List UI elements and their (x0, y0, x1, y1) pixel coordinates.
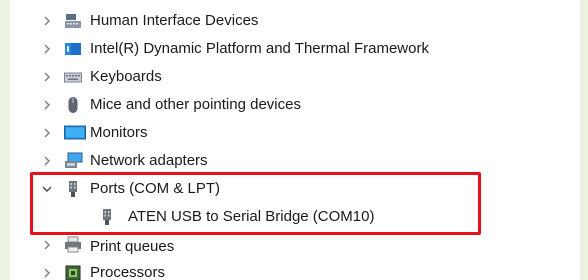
tree-item-label: Ports (COM & LPT) (90, 180, 221, 197)
network-adapter-icon (64, 152, 83, 170)
chevron-right-icon[interactable] (40, 266, 54, 280)
tree-item-mice[interactable]: Mice and other pointing devices (10, 91, 580, 119)
printer-icon (64, 236, 82, 254)
chevron-right-icon[interactable] (40, 98, 54, 112)
tree-item-label: Monitors (90, 124, 148, 141)
human-interface-devices-icon (64, 12, 82, 30)
intel-dptf-icon (64, 40, 82, 58)
port-icon (64, 180, 82, 198)
mouse-icon (64, 96, 82, 114)
tree-item-label: Intel(R) Dynamic Platform and Thermal Fr… (90, 40, 429, 57)
chevron-right-icon[interactable] (40, 14, 54, 28)
tree-item-label: ATEN USB to Serial Bridge (COM10) (128, 208, 375, 225)
processor-icon (64, 264, 82, 280)
chevron-right-icon[interactable] (40, 238, 54, 252)
tree-item-label: Processors (90, 264, 166, 280)
tree-item-monitors[interactable]: Monitors (10, 119, 580, 147)
device-tree: Human Interface Devices Intel(R) Dynamic… (10, 7, 580, 280)
tree-item-label: Mice and other pointing devices (90, 96, 301, 113)
tree-item-print-queues[interactable]: Print queues (10, 231, 580, 259)
chevron-right-icon[interactable] (40, 42, 54, 56)
chevron-right-icon[interactable] (40, 154, 54, 168)
chevron-right-icon[interactable] (40, 126, 54, 140)
tree-item-ports[interactable]: Ports (COM & LPT) (10, 175, 580, 203)
tree-item-label: Keyboards (90, 68, 162, 85)
tree-item-human-interface-devices[interactable]: Human Interface Devices (10, 7, 580, 35)
monitor-icon (64, 124, 86, 142)
tree-item-network-adapters[interactable]: Network adapters (10, 147, 580, 175)
tree-item-intel-dptf[interactable]: Intel(R) Dynamic Platform and Thermal Fr… (10, 35, 580, 63)
tree-item-aten-usb-serial-bridge[interactable]: ATEN USB to Serial Bridge (COM10) (10, 203, 580, 231)
chevron-down-icon[interactable] (40, 182, 54, 196)
tree-item-processors[interactable]: Processors (10, 259, 580, 280)
keyboard-icon (64, 68, 82, 86)
tree-item-keyboards[interactable]: Keyboards (10, 63, 580, 91)
device-manager-panel: Human Interface Devices Intel(R) Dynamic… (10, 0, 580, 280)
serial-port-icon (98, 208, 116, 226)
tree-item-label: Human Interface Devices (90, 12, 259, 29)
tree-item-label: Print queues (90, 238, 175, 255)
tree-item-label: Network adapters (90, 152, 208, 169)
chevron-right-icon[interactable] (40, 70, 54, 84)
